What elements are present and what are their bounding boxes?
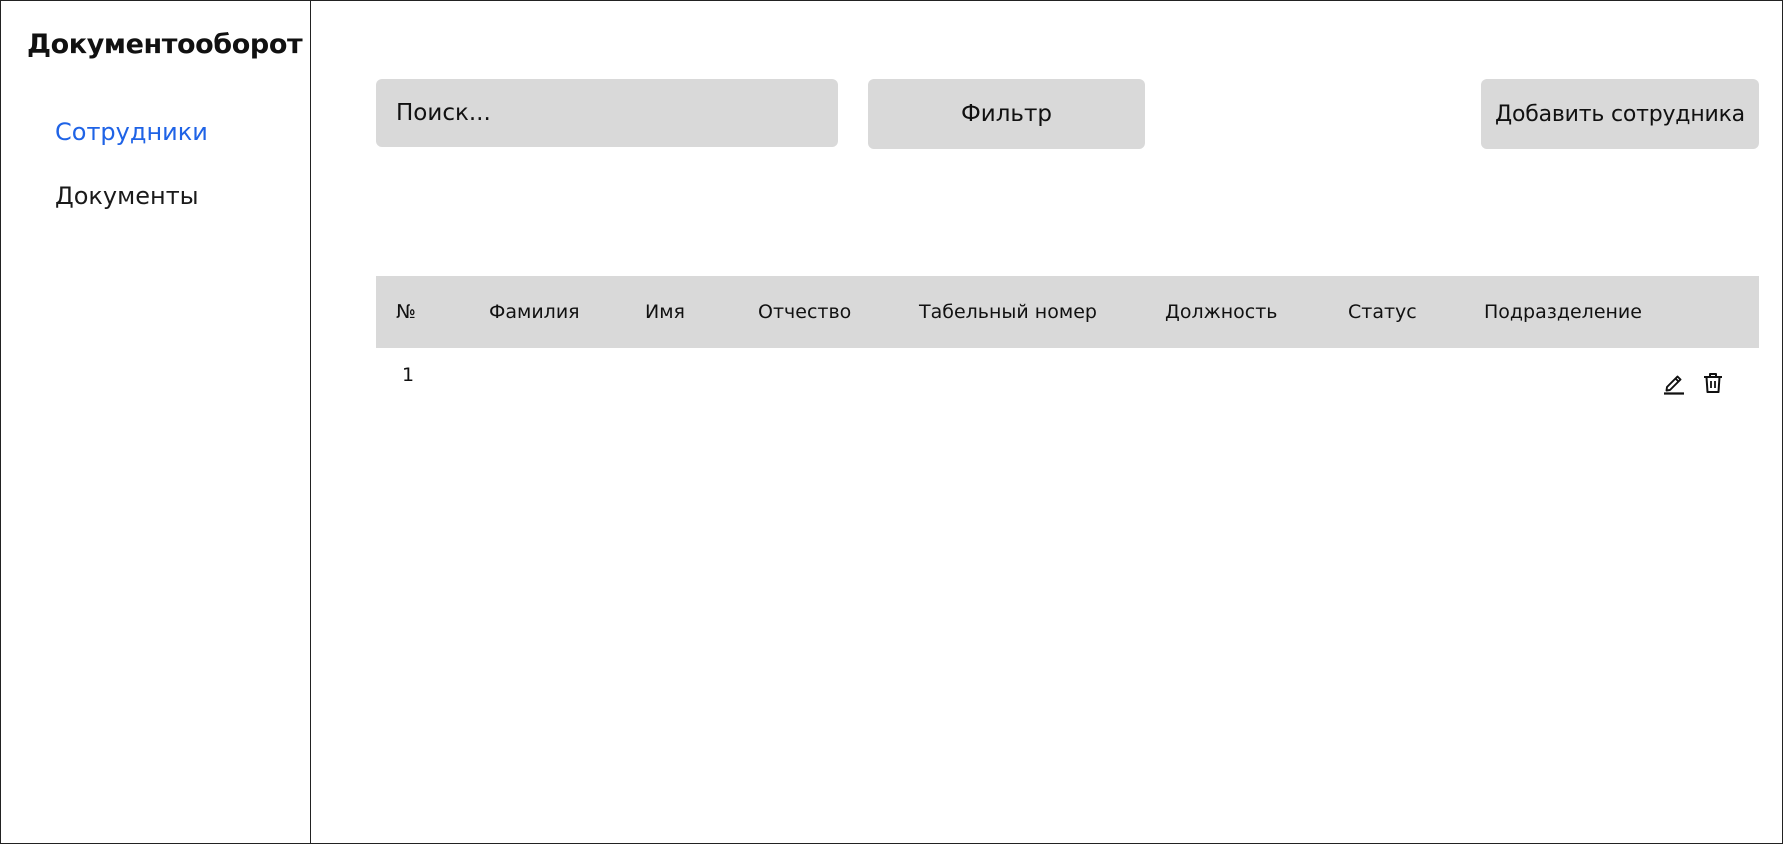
search-input[interactable]	[396, 100, 818, 126]
table-header: № Фамилия Имя Отчество Табельный номер Д…	[376, 276, 1759, 348]
search-box[interactable]	[376, 79, 838, 147]
column-header-position: Должность	[1165, 301, 1278, 323]
trash-icon[interactable]	[1700, 370, 1726, 396]
sidebar-item-employees[interactable]: Сотрудники	[55, 118, 208, 146]
sidebar: Документооборот Сотрудники Документы	[1, 1, 311, 843]
column-header-personnel-number: Табельный номер	[919, 301, 1097, 323]
filter-button[interactable]: Фильтр	[868, 79, 1145, 149]
sidebar-item-documents[interactable]: Документы	[55, 182, 199, 210]
app-title: Документооборот	[27, 29, 303, 60]
column-header-last-name: Фамилия	[489, 301, 580, 323]
column-header-patronymic: Отчество	[758, 301, 852, 323]
column-header-first-name: Имя	[645, 301, 685, 323]
edit-icon[interactable]	[1661, 370, 1687, 396]
column-header-number: №	[396, 301, 416, 323]
column-header-department: Подразделение	[1484, 301, 1642, 323]
app-window: Документооборот Сотрудники Документы Фил…	[0, 0, 1783, 844]
table-row: 1	[376, 348, 1759, 408]
row-number-cell: 1	[402, 364, 415, 386]
column-header-status: Статус	[1348, 301, 1417, 323]
add-employee-button[interactable]: Добавить сотрудника	[1481, 79, 1759, 149]
